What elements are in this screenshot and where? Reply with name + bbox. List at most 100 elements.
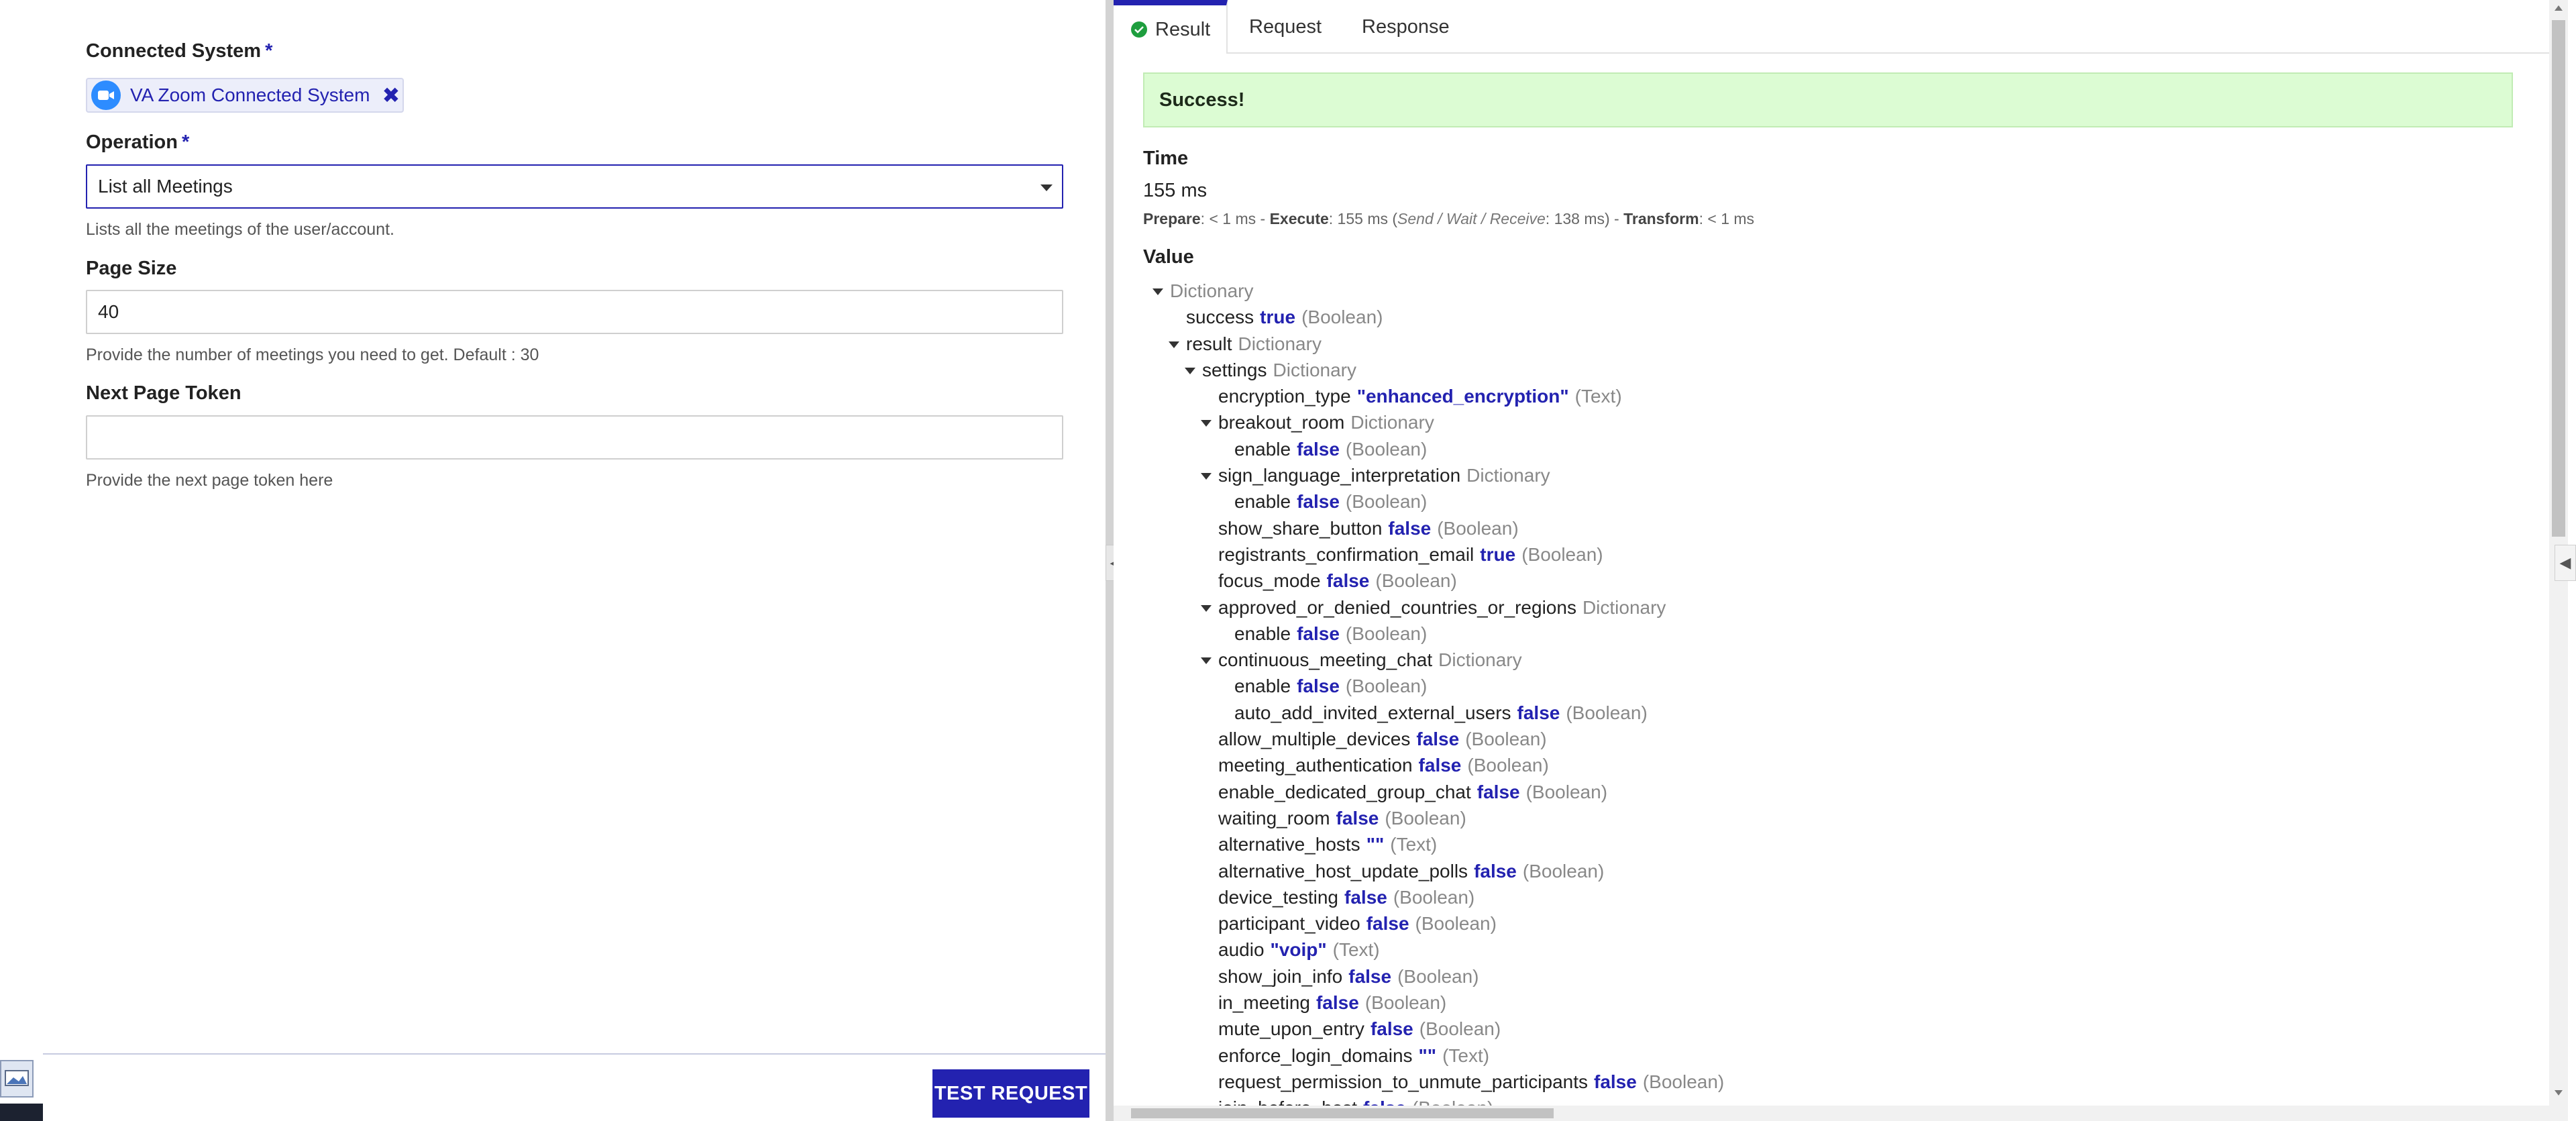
tree-key: enable bbox=[1234, 438, 1291, 460]
tree-key: registrants_confirmation_email bbox=[1218, 543, 1474, 565]
tree-type: (Boolean) bbox=[1525, 781, 1608, 802]
tree-row: show_share_button false (Boolean) bbox=[1143, 515, 1724, 541]
tree-row-content: result Dictionary bbox=[1186, 333, 1322, 354]
expand-arrow-icon[interactable] bbox=[1201, 420, 1212, 427]
next-page-token-help-text: Provide the next page token here bbox=[86, 471, 333, 490]
tree-row: mute_upon_entry false (Boolean) bbox=[1143, 1016, 1724, 1042]
remove-connected-system-icon[interactable]: ✖ bbox=[382, 85, 400, 106]
tree-key: in_meeting bbox=[1218, 992, 1310, 1014]
scroll-down-arrow-icon[interactable] bbox=[2555, 1090, 2563, 1096]
connected-system-label: Connected System * bbox=[86, 40, 272, 62]
tab-result[interactable]: Result bbox=[1114, 0, 1228, 54]
tree-row[interactable]: Dictionary bbox=[1143, 278, 1724, 304]
tree-type: (Boolean) bbox=[1415, 913, 1497, 935]
tree-key: enable bbox=[1234, 676, 1291, 697]
page-size-value: 40 bbox=[98, 301, 119, 322]
vertical-scroll-thumb[interactable] bbox=[2552, 20, 2565, 537]
tree-row-content: encryption_type "enhanced_encryption" (Tex… bbox=[1218, 386, 1622, 407]
tree-type: (Boolean) bbox=[1397, 965, 1479, 987]
tree-row-content: enable_dedicated_group_chat false (Boolean… bbox=[1218, 782, 1607, 802]
tree-row: show_join_info false (Boolean) bbox=[1143, 963, 1724, 990]
tree-key: waiting_room bbox=[1218, 807, 1330, 829]
tree-value: false bbox=[1297, 676, 1340, 697]
tree-key: result bbox=[1186, 333, 1232, 354]
tree-value: "" bbox=[1366, 834, 1385, 855]
tab-request[interactable]: Request bbox=[1249, 0, 1322, 54]
expand-arrow-icon[interactable] bbox=[1169, 341, 1179, 348]
tree-key: enable_dedicated_group_chat bbox=[1218, 781, 1471, 802]
tree-row[interactable]: sign_language_interpretation Dictionary bbox=[1143, 462, 1724, 488]
expand-arrow-icon[interactable] bbox=[1185, 367, 1195, 374]
image-thumbnail-icon[interactable] bbox=[0, 1060, 34, 1098]
tree-key: settings bbox=[1202, 359, 1267, 380]
tree-row[interactable]: result Dictionary bbox=[1143, 331, 1724, 357]
tree-value: false bbox=[1316, 992, 1359, 1014]
tree-type: (Boolean) bbox=[1522, 860, 1605, 882]
tree-row[interactable]: approved_or_denied_countries_or_regions D… bbox=[1143, 594, 1724, 621]
tree-key: request_permission_to_unmute_participant… bbox=[1218, 1071, 1588, 1092]
tree-value: false bbox=[1297, 491, 1340, 513]
tree-row-content: settings Dictionary bbox=[1202, 360, 1356, 380]
tree-row-content: participant_video false (Boolean) bbox=[1218, 913, 1497, 934]
tree-row[interactable]: continuous_meeting_chat Dictionary bbox=[1143, 647, 1724, 673]
tree-row-content: breakout_room Dictionary bbox=[1218, 412, 1434, 433]
tree-row-content: enable false (Boolean) bbox=[1234, 623, 1427, 644]
expand-arrow-icon[interactable] bbox=[1201, 604, 1212, 612]
expand-arrow-icon[interactable] bbox=[1152, 288, 1163, 295]
tree-type: (Boolean) bbox=[1467, 755, 1549, 776]
tree-value: "enhanced_encryption" bbox=[1356, 386, 1569, 407]
tab-response[interactable]: Response bbox=[1362, 0, 1450, 54]
tree-type: (Boolean) bbox=[1345, 491, 1428, 513]
horizontal-scrollbar[interactable] bbox=[1114, 1106, 2549, 1121]
execute-label: Execute bbox=[1269, 210, 1329, 227]
tree-key: show_share_button bbox=[1218, 517, 1383, 539]
taskbar-fragment bbox=[0, 1104, 43, 1121]
tree-key: auto_add_invited_external_users bbox=[1234, 702, 1511, 723]
prepare-value: : < 1 ms - bbox=[1200, 210, 1270, 227]
tree-value: false bbox=[1594, 1071, 1637, 1092]
tree-value: false bbox=[1326, 570, 1370, 592]
scroll-up-arrow-icon[interactable] bbox=[2555, 5, 2563, 11]
chevron-left-icon[interactable]: ◀ bbox=[2555, 545, 2576, 581]
operation-help-text: Lists all the meetings of the user/accou… bbox=[86, 220, 394, 239]
tree-key: alternative_hosts bbox=[1218, 834, 1360, 855]
connected-system-chip[interactable]: VA Zoom Connected System ✖ bbox=[86, 78, 404, 113]
tree-key: encryption_type bbox=[1218, 386, 1351, 407]
tree-row: alternative_hosts "" (Text) bbox=[1143, 831, 1724, 857]
tree-row-content: device_testing false (Boolean) bbox=[1218, 887, 1474, 908]
tree-row-content: waiting_room false (Boolean) bbox=[1218, 808, 1466, 829]
test-request-button[interactable]: TEST REQUEST bbox=[932, 1069, 1089, 1118]
expand-arrow-icon[interactable] bbox=[1201, 473, 1212, 480]
tree-row[interactable]: settings Dictionary bbox=[1143, 357, 1724, 383]
tree-type: (Boolean) bbox=[1345, 438, 1428, 460]
tree-row-content: alternative_host_update_polls false (Boole… bbox=[1218, 861, 1604, 882]
expand-arrow-icon[interactable] bbox=[1201, 657, 1212, 665]
operation-selected-value: List all Meetings bbox=[98, 176, 233, 197]
tree-row[interactable]: breakout_room Dictionary bbox=[1143, 409, 1724, 435]
operation-select[interactable]: List all Meetings bbox=[86, 164, 1063, 209]
next-page-token-input[interactable] bbox=[86, 415, 1063, 460]
tree-value: false bbox=[1477, 781, 1520, 802]
page-size-input[interactable]: 40 bbox=[86, 290, 1063, 334]
prepare-label: Prepare bbox=[1143, 210, 1201, 227]
tree-value: false bbox=[1418, 755, 1462, 776]
tree-row: waiting_room false (Boolean) bbox=[1143, 805, 1724, 831]
tree-value: "voip" bbox=[1270, 939, 1327, 961]
tree-key: mute_upon_entry bbox=[1218, 1018, 1364, 1040]
footer-divider bbox=[43, 1053, 1106, 1055]
tree-key: approved_or_denied_countries_or_regions bbox=[1218, 596, 1576, 618]
success-banner: Success! bbox=[1143, 72, 2513, 127]
tree-value: false bbox=[1370, 1018, 1413, 1040]
tree-type: (Text) bbox=[1390, 834, 1438, 855]
tree-value: true bbox=[1480, 543, 1516, 565]
tree-row-content: registrants_confirmation_email true (Boole… bbox=[1218, 544, 1603, 565]
tree-type: Dictionary bbox=[1238, 333, 1322, 354]
tree-row-content: in_meeting false (Boolean) bbox=[1218, 992, 1446, 1013]
tree-row-content: focus_mode false (Boolean) bbox=[1218, 570, 1457, 591]
tree-row: enable false (Boolean) bbox=[1143, 673, 1724, 699]
timing-breakdown: Prepare: < 1 ms - Execute: 155 ms (Send … bbox=[1143, 210, 1754, 228]
horizontal-scroll-thumb[interactable] bbox=[1131, 1108, 1554, 1118]
tree-row: device_testing false (Boolean) bbox=[1143, 884, 1724, 910]
tree-value: false bbox=[1336, 807, 1379, 829]
tree-row-content: enable false (Boolean) bbox=[1234, 439, 1427, 460]
